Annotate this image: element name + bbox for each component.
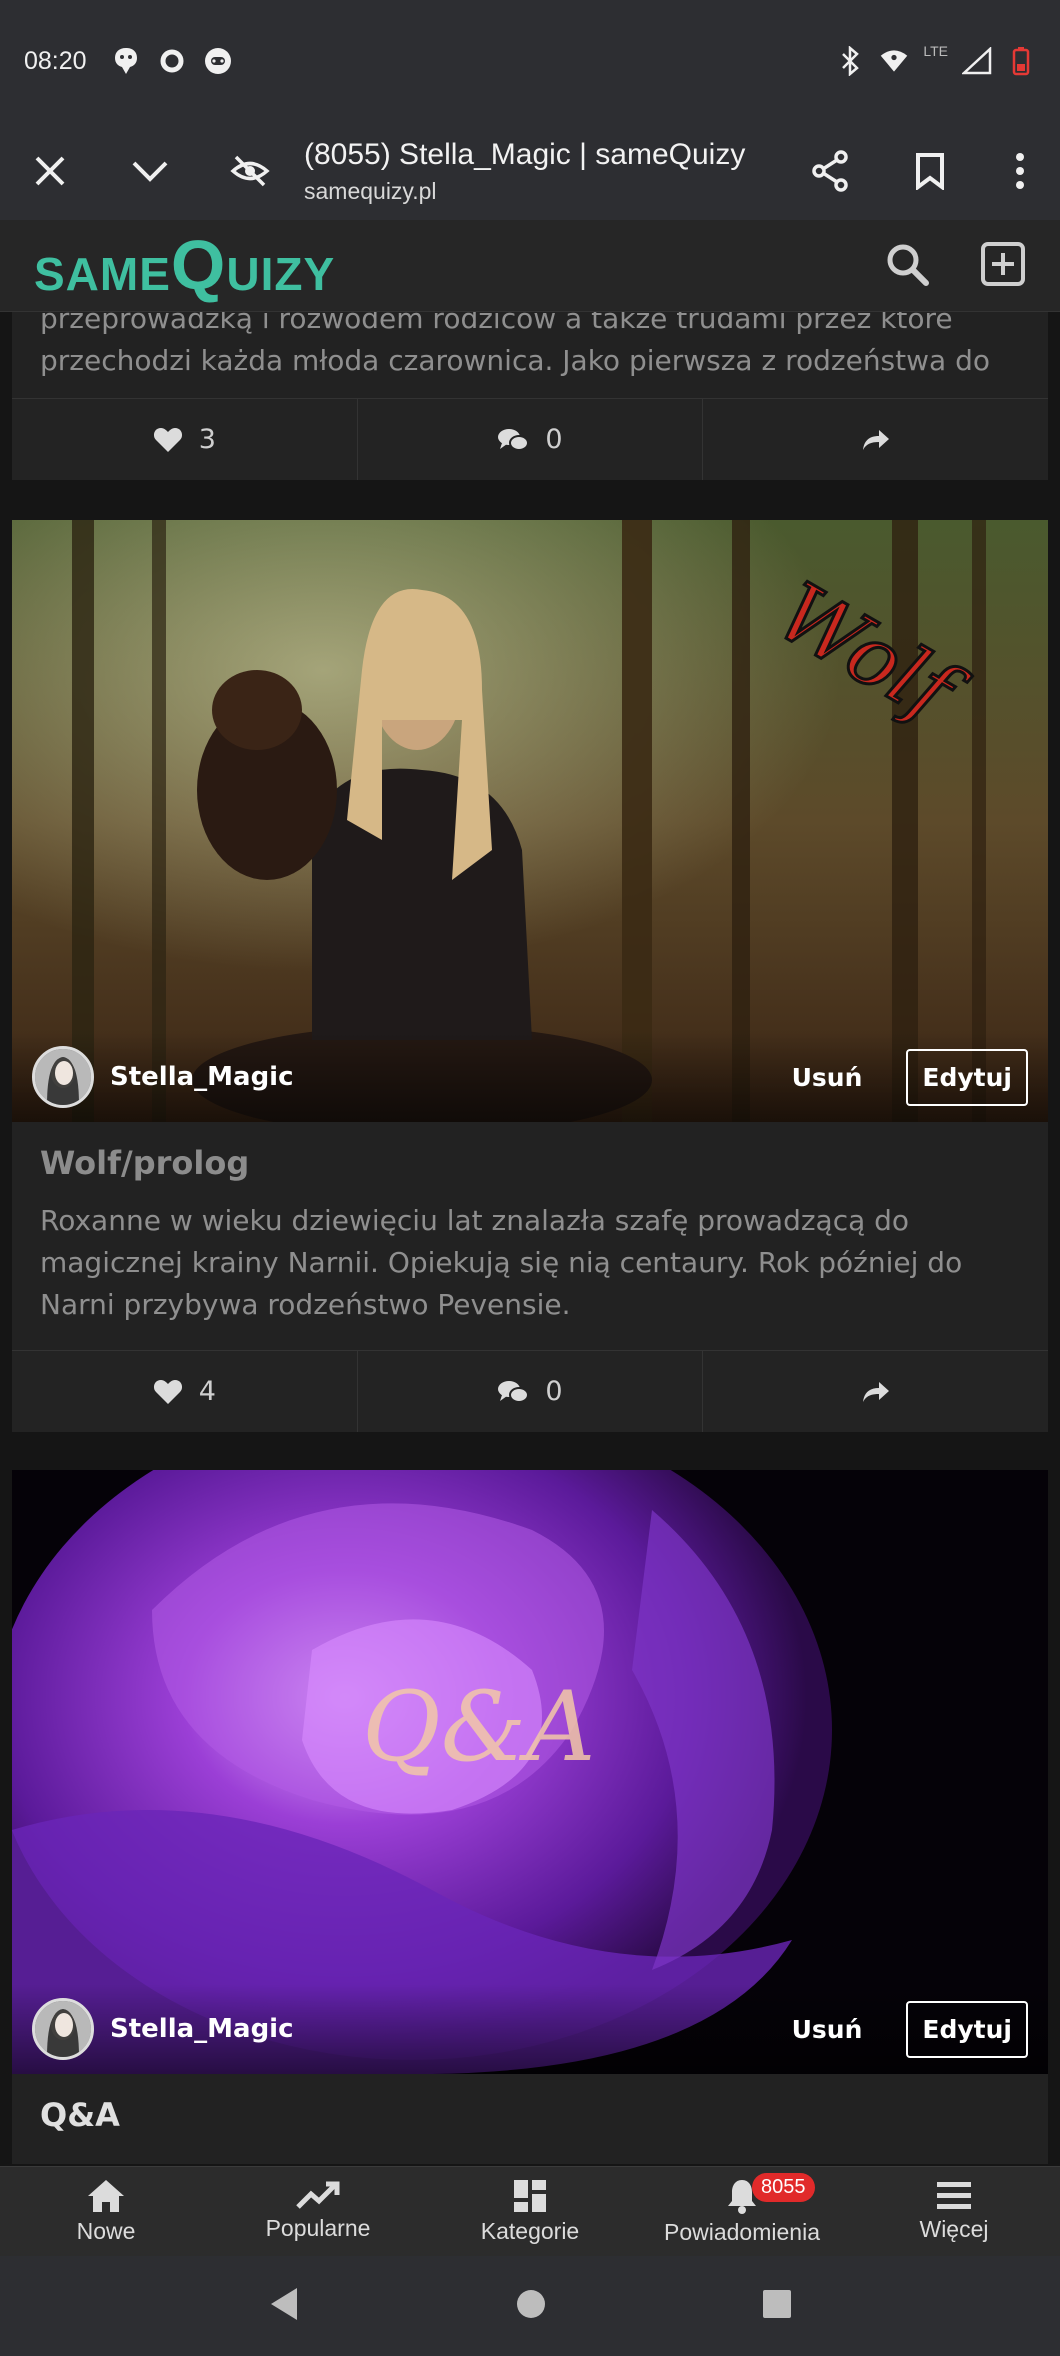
- card-actions: 4 0: [12, 1350, 1048, 1432]
- back-triangle-icon: [271, 2288, 297, 2320]
- bottom-navigation: Nowe Popularne Kategorie 8055 Powiadomie…: [0, 2166, 1060, 2256]
- cover-footer: Stella_Magic Usuń Edytuj: [12, 1984, 1048, 2074]
- incognito-info-button[interactable]: [200, 122, 300, 220]
- recents-square-icon: [763, 2290, 791, 2318]
- quiz-description: przeprowadzką i rozwodem rodziców a takż…: [40, 312, 990, 377]
- comment-count: 0: [545, 424, 563, 455]
- delete-button[interactable]: Usuń: [792, 2015, 863, 2044]
- heart-icon: [153, 428, 182, 452]
- comments-icon: [498, 1380, 530, 1403]
- quiz-cover-image[interactable]: Q&A Stella_Magic Usuń Edytuj: [12, 1470, 1048, 2074]
- menu-icon: [937, 2182, 971, 2209]
- home-button[interactable]: [515, 2288, 547, 2324]
- like-count: 4: [198, 1376, 216, 1407]
- game-notification-icon: [203, 46, 233, 76]
- tab-title: (8055) Stella_Magic | sameQuizy: [304, 137, 746, 171]
- dashboard-icon: [514, 2180, 546, 2212]
- feed: przeprowadzką i rozwodem rodziców a takż…: [0, 312, 1060, 2166]
- nav-categories[interactable]: Kategorie: [424, 2167, 636, 2256]
- site-header: SAME Q UIZY: [0, 220, 1060, 312]
- quiz-card: Wolf Stella_Magic Usuń Edytuj Wolf/prolo…: [12, 520, 1048, 1432]
- quiz-card: przeprowadzką i rozwodem rodziców a takż…: [12, 312, 1048, 480]
- avatar[interactable]: [32, 1998, 94, 2060]
- share-icon: [812, 150, 848, 192]
- back-button[interactable]: [267, 2286, 301, 2326]
- plus-square-icon: [981, 241, 1025, 286]
- share-arrow-icon: [862, 1381, 889, 1402]
- quiz-card: Q&A Stella_Magic Usuń Edytuj Q&A: [12, 1470, 1048, 2164]
- signal-icon: [962, 46, 992, 76]
- chat-notification-icon: [111, 46, 141, 76]
- home-circle-icon: [517, 2290, 545, 2318]
- quiz-title[interactable]: Q&A: [12, 2074, 1048, 2164]
- logo-suffix: UIZY: [226, 248, 336, 300]
- bookmark-icon: [916, 153, 944, 190]
- nav-label: Popularne: [265, 2215, 371, 2241]
- like-button[interactable]: 3: [12, 399, 358, 480]
- status-bar: 08:20 LTE: [0, 0, 1060, 122]
- bookmark-button[interactable]: [880, 122, 980, 220]
- author-name[interactable]: Stella_Magic: [110, 2014, 294, 2044]
- search-button[interactable]: [884, 241, 930, 291]
- minimize-button[interactable]: [100, 122, 200, 220]
- chevron-down-icon: [132, 161, 168, 182]
- page-title-area[interactable]: (8055) Stella_Magic | sameQuizy samequiz…: [300, 138, 780, 205]
- status-time: 08:20: [24, 46, 87, 75]
- logo-prefix: SAME: [34, 248, 171, 300]
- close-icon: [35, 156, 65, 186]
- delete-button[interactable]: Usuń: [792, 1063, 863, 1092]
- wifi-icon: [879, 46, 909, 76]
- share-arrow-icon: [862, 429, 889, 450]
- heart-icon: [153, 1380, 182, 1404]
- close-tab-button[interactable]: [0, 122, 100, 220]
- edit-button[interactable]: Edytuj: [906, 1048, 1028, 1106]
- share-button[interactable]: [780, 122, 880, 220]
- nav-label: Powiadomienia: [664, 2219, 820, 2245]
- more-vertical-icon: [1016, 153, 1024, 189]
- author-name[interactable]: Stella_Magic: [110, 1062, 294, 1092]
- cover-footer: Stella_Magic Usuń Edytuj: [12, 1032, 1048, 1122]
- quiz-cover-image[interactable]: Wolf Stella_Magic Usuń Edytuj: [12, 520, 1048, 1122]
- share-post-button[interactable]: [703, 399, 1048, 480]
- home-icon: [88, 2180, 124, 2212]
- card-actions: 3 0: [12, 398, 1048, 480]
- nav-label: Kategorie: [480, 2218, 580, 2244]
- nav-new[interactable]: Nowe: [0, 2167, 212, 2256]
- cover-overlay-text: Q&A: [362, 1671, 595, 1783]
- nav-popular[interactable]: Popularne: [212, 2167, 424, 2256]
- battery-icon: [1006, 46, 1036, 76]
- like-button[interactable]: 4: [12, 1351, 358, 1432]
- quiz-title[interactable]: Wolf/prolog: [12, 1122, 1048, 1182]
- nav-label: Nowe: [76, 2218, 136, 2244]
- like-count: 3: [198, 424, 216, 455]
- logo-q: Q: [170, 226, 227, 304]
- network-type: LTE: [923, 43, 948, 59]
- search-icon: [887, 244, 929, 286]
- nav-more[interactable]: Więcej: [848, 2167, 1060, 2256]
- more-options-button[interactable]: [980, 122, 1060, 220]
- browser-toolbar: (8055) Stella_Magic | sameQuizy samequiz…: [0, 122, 1060, 220]
- edit-button[interactable]: Edytuj: [906, 2000, 1028, 2058]
- quiz-description: Roxanne w wieku dziewięciu lat znalazła …: [40, 1204, 963, 1321]
- nav-label: Więcej: [919, 2216, 989, 2242]
- trending-icon: [296, 2181, 340, 2209]
- comment-button[interactable]: 0: [358, 399, 704, 480]
- comment-button[interactable]: 0: [358, 1351, 704, 1432]
- page-url: samequizy.pl: [304, 177, 437, 204]
- add-quiz-button[interactable]: [980, 241, 1026, 291]
- share-post-button[interactable]: [703, 1351, 1048, 1432]
- comment-count: 0: [545, 1376, 563, 1407]
- comments-icon: [498, 428, 530, 451]
- nav-notifications[interactable]: 8055 Powiadomienia: [636, 2167, 848, 2256]
- avatar[interactable]: [32, 1046, 94, 1108]
- notification-badge: 8055: [752, 2173, 815, 2202]
- eye-off-icon: [230, 155, 270, 187]
- bluetooth-icon: [835, 46, 865, 76]
- site-logo[interactable]: SAME Q UIZY: [34, 226, 336, 304]
- system-navigation-bar: [0, 2256, 1060, 2356]
- recents-button[interactable]: [761, 2288, 793, 2324]
- ring-notification-icon: [157, 46, 187, 76]
